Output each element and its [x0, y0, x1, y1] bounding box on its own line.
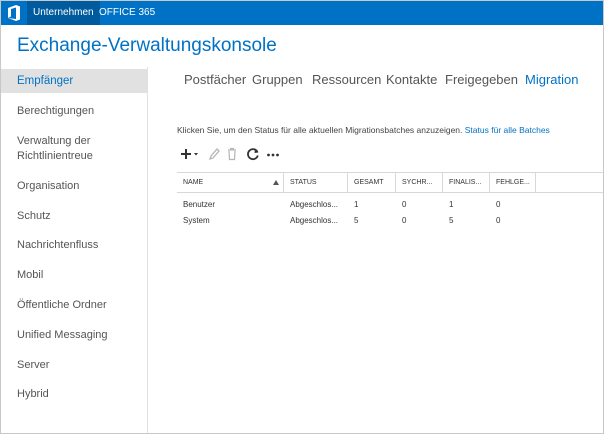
top-navigation-bar: Unternehmen OFFICE 365 [1, 1, 603, 25]
sidebar-item-server[interactable]: Server [1, 358, 147, 372]
sidebar-item-empfaenger[interactable]: Empfänger [1, 69, 147, 93]
cell-gesamt: 1 [354, 200, 359, 209]
page-title: Exchange-Verwaltungskonsole [17, 35, 277, 56]
tab-ressourcen[interactable]: Ressourcen [312, 72, 381, 87]
cell-finalisiert: 1 [449, 200, 454, 209]
column-header-fehlgeschlagen[interactable]: FEHLGE... [490, 173, 536, 192]
migration-info-text: Klicken Sie, um den Status für alle aktu… [177, 125, 463, 135]
column-header-gesamt[interactable]: GESAMT [348, 173, 396, 192]
cell-fehlgeschlagen: 0 [496, 200, 501, 209]
column-header-synchronisiert[interactable]: SYCHR... [396, 173, 443, 192]
migration-info-line: Klicken Sie, um den Status für alle aktu… [177, 125, 550, 135]
cell-synchronisiert: 0 [402, 216, 407, 225]
add-icon[interactable] [179, 147, 199, 161]
sidebar-item-richtlinientreue[interactable]: Verwaltung der Richtlinientreue [1, 134, 147, 164]
column-header-name[interactable]: NAME [177, 173, 284, 192]
status-all-batches-link[interactable]: Status für alle Batches [465, 125, 550, 135]
cell-status: Abgeschlos... [290, 216, 339, 225]
sidebar-item-oeffentliche-ordner[interactable]: Öffentliche Ordner [1, 298, 147, 312]
column-header-finalisiert[interactable]: FINALIS... [443, 173, 490, 192]
sidebar-item-unified-messaging[interactable]: Unified Messaging [1, 328, 147, 342]
column-header-status[interactable]: STATUS [284, 173, 348, 192]
delete-icon[interactable] [226, 147, 238, 161]
cell-finalisiert: 5 [449, 216, 454, 225]
sort-ascending-icon [273, 180, 279, 185]
migration-batch-table: NAME STATUS GESAMT SYCHR... FINALIS... F… [177, 172, 603, 433]
tab-kontakte[interactable]: Kontakte [386, 72, 437, 87]
exchange-admin-window: Unternehmen OFFICE 365 Exchange-Verwaltu… [0, 0, 604, 434]
tab-migration[interactable]: Migration [525, 72, 578, 87]
cell-fehlgeschlagen: 0 [496, 216, 501, 225]
refresh-icon[interactable] [246, 147, 260, 161]
cell-synchronisiert: 0 [402, 200, 407, 209]
sidebar-item-hybrid[interactable]: Hybrid [1, 387, 147, 401]
cell-gesamt: 5 [354, 216, 359, 225]
table-row[interactable]: Benutzer Abgeschlos... 1 0 1 0 [177, 197, 603, 213]
office-logo-icon[interactable] [7, 5, 21, 21]
edit-icon[interactable] [208, 147, 220, 161]
top-nav-unternehmen[interactable]: Unternehmen [27, 1, 100, 25]
sidebar-item-berechtigungen[interactable]: Berechtigungen [1, 104, 147, 118]
sidebar-item-mobil[interactable]: Mobil [1, 268, 147, 282]
top-nav-office365[interactable]: OFFICE 365 [99, 1, 155, 25]
sidebar-item-organisation[interactable]: Organisation [1, 179, 147, 193]
cell-name: Benutzer [183, 200, 216, 209]
more-icon[interactable] [266, 147, 280, 161]
tab-postfaecher[interactable]: Postfächer [184, 72, 246, 87]
cell-name: System [183, 216, 210, 225]
sidebar-item-nachrichtenfluss[interactable]: Nachrichtenfluss [1, 238, 147, 252]
cell-status: Abgeschlos... [290, 200, 339, 209]
table-header: NAME STATUS GESAMT SYCHR... FINALIS... F… [177, 172, 603, 193]
sidebar-item-schutz[interactable]: Schutz [1, 209, 147, 223]
table-row[interactable]: System Abgeschlos... 5 0 5 0 [177, 213, 603, 229]
tab-freigegeben[interactable]: Freigegeben [445, 72, 518, 87]
tab-gruppen[interactable]: Gruppen [252, 72, 303, 87]
left-navigation: Empfänger Berechtigungen Verwaltung der … [1, 67, 148, 433]
